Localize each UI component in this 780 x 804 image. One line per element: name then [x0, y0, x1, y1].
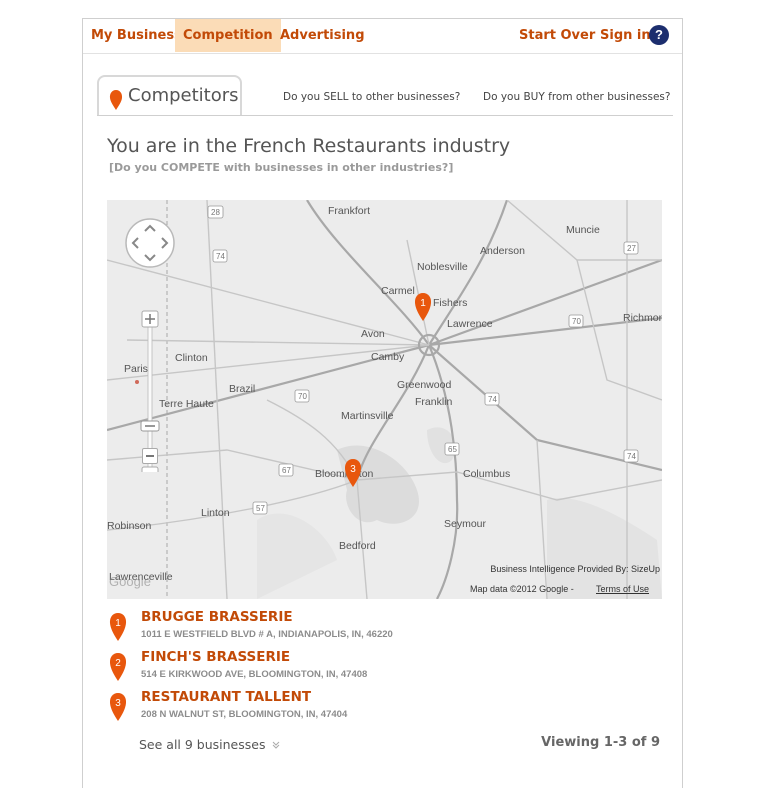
- result-number: 2: [115, 658, 121, 669]
- city-label: Noblesville: [417, 261, 468, 273]
- tab-sell[interactable]: Do you SELL to other businesses?: [283, 91, 460, 103]
- see-all-button[interactable]: See all 9 businesses: [139, 737, 280, 752]
- nav-competition[interactable]: Competition: [175, 19, 281, 52]
- city-label: Richmond: [623, 312, 662, 324]
- marker-number: 1: [420, 298, 426, 309]
- city-label: Greenwood: [397, 379, 452, 391]
- map-zoom-control: [124, 217, 176, 484]
- result-item: 1 BRUGGE BRASSERIE 1011 E WESTFIELD BLVD…: [109, 609, 629, 645]
- city-label: Seymour: [444, 518, 487, 530]
- road-shield: 57: [256, 504, 265, 513]
- map-marker-1[interactable]: 1: [414, 293, 432, 321]
- city-label: Fishers: [433, 297, 468, 309]
- road-shield: 27: [627, 244, 636, 253]
- tab-bar: Competitors Do you SELL to other busines…: [97, 75, 673, 116]
- city-label: Camby: [371, 351, 405, 363]
- result-name-link[interactable]: RESTAURANT TALLENT: [141, 689, 311, 705]
- result-name-link[interactable]: BRUGGE BRASSERIE: [141, 609, 293, 625]
- terms-of-use-link[interactable]: Terms of Use: [596, 584, 649, 594]
- result-marker-icon[interactable]: 1: [109, 613, 127, 641]
- city-label: Robinson: [107, 520, 152, 532]
- road-shield: 65: [448, 445, 457, 454]
- city-label: Anderson: [480, 245, 525, 257]
- road-shield: 74: [627, 452, 636, 461]
- result-item: 2 FINCH'S BRASSERIE 514 E KIRKWOOD AVE, …: [109, 649, 629, 685]
- google-logo: Google: [109, 574, 151, 589]
- see-all-label: See all 9 businesses: [139, 737, 266, 752]
- road-shield: 70: [572, 317, 581, 326]
- top-nav: My Business Competition Advertising Star…: [83, 19, 682, 54]
- tab-buy[interactable]: Do you BUY from other businesses?: [483, 91, 670, 103]
- result-address: 208 N WALNUT ST, BLOOMINGTON, IN, 47404: [141, 709, 348, 720]
- city-label: Muncie: [566, 224, 600, 236]
- start-over-link[interactable]: Start Over: [511, 19, 603, 52]
- pan-control-icon: [125, 218, 175, 484]
- tab-competitors-label: Competitors: [128, 85, 239, 106]
- city-label: Bedford: [339, 540, 376, 552]
- road-shield: 67: [282, 466, 291, 475]
- result-marker-icon[interactable]: 3: [109, 693, 127, 721]
- road-shield: 74: [216, 252, 225, 261]
- city-label: Clinton: [175, 352, 208, 364]
- double-chevron-down-icon: [273, 741, 280, 749]
- map-pin-icon: [109, 90, 123, 110]
- map-attribution: Business Intelligence Provided By: SizeU…: [490, 564, 660, 574]
- city-label: Columbus: [463, 468, 511, 480]
- help-icon[interactable]: ?: [649, 25, 669, 45]
- zoom-out-button[interactable]: [142, 448, 158, 464]
- road-shield: 70: [298, 392, 307, 401]
- map[interactable]: Frankfort Muncie Anderson Noblesville Ca…: [107, 200, 662, 599]
- tab-competitors[interactable]: Competitors: [97, 75, 242, 115]
- city-label: Franklin: [415, 396, 453, 408]
- city-label: Brazil: [229, 383, 256, 395]
- result-number: 3: [115, 698, 121, 709]
- app-frame: My Business Competition Advertising Star…: [82, 18, 683, 788]
- nav-advertising[interactable]: Advertising: [272, 19, 373, 52]
- map-data-credit: Map data ©2012 Google -: [470, 584, 574, 594]
- result-number: 1: [115, 618, 121, 629]
- city-label: Lawrence: [447, 318, 493, 330]
- city-label: Linton: [201, 507, 230, 519]
- city-label: Martinsville: [341, 410, 394, 422]
- city-label: Avon: [361, 328, 385, 340]
- road-shield: 74: [488, 395, 497, 404]
- city-label: Carmel: [381, 285, 415, 297]
- result-address: 514 E KIRKWOOD AVE, BLOOMINGTON, IN, 474…: [141, 669, 368, 680]
- road-shield: 28: [211, 208, 220, 217]
- nav-my-business[interactable]: My Business: [83, 19, 190, 52]
- map-marker-3[interactable]: 3: [344, 459, 362, 487]
- industry-headline: You are in the French Restaurants indust…: [107, 135, 511, 157]
- compete-link[interactable]: [Do you COMPETE with businesses in other…: [109, 161, 453, 174]
- result-marker-icon[interactable]: 2: [109, 653, 127, 681]
- zoom-in-button[interactable]: [142, 311, 158, 327]
- city-label: Frankfort: [328, 205, 371, 217]
- result-item: 3 RESTAURANT TALLENT 208 N WALNUT ST, BL…: [109, 689, 629, 725]
- result-name-link[interactable]: FINCH'S BRASSERIE: [141, 649, 290, 665]
- marker-number: 3: [350, 464, 356, 475]
- pagination-status: Viewing 1-3 of 9: [541, 735, 660, 750]
- result-address: 1011 E WESTFIELD BLVD # A, INDIANAPOLIS,…: [141, 629, 393, 640]
